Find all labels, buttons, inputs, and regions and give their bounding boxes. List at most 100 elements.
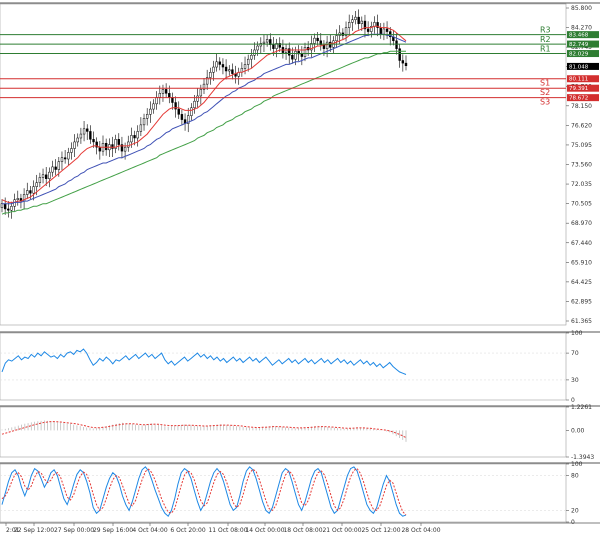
- time-tick-label: 22 Sep 12:00: [14, 527, 54, 534]
- candle-body: [196, 95, 199, 102]
- candle-body: [218, 61, 221, 65]
- candle-body: [161, 89, 165, 94]
- candle-body: [86, 128, 89, 132]
- candle-body: [164, 89, 168, 94]
- candle-body: [379, 27, 382, 35]
- time-tick-label: 28 Oct 04:00: [401, 527, 440, 534]
- candle-body: [7, 208, 10, 211]
- level-name-s1: S1: [540, 79, 550, 88]
- candle-body: [221, 64, 225, 68]
- stochastic-tick-label: 0: [571, 519, 575, 526]
- chart-canvas: 85.80084.27082.74581.22579.70078.15076.6…: [0, 0, 600, 536]
- candle-body: [76, 137, 79, 143]
- time-tick-label: 11 Oct 08:00: [208, 527, 247, 534]
- candle-body: [152, 103, 155, 110]
- candle-body: [168, 93, 171, 98]
- stochastic-tick-label: 100: [571, 461, 583, 468]
- candle-body: [303, 47, 307, 57]
- candle-body: [0, 203, 4, 208]
- candle-body: [35, 182, 38, 187]
- level-name-r3: R3: [540, 26, 551, 35]
- time-tick-label: 21 Oct 00:00: [322, 527, 361, 534]
- candle-body: [104, 143, 108, 151]
- price-tick-label: 84.270: [571, 25, 592, 32]
- candle-body: [212, 66, 215, 73]
- candle-body: [253, 49, 256, 56]
- candle-body: [347, 22, 351, 28]
- candle-body: [404, 62, 408, 66]
- price-tick-label: 70.505: [571, 201, 592, 208]
- price-tick-label: 65.910: [571, 259, 592, 266]
- candle-body: [149, 108, 152, 115]
- price-tick-label: 61.365: [571, 318, 592, 325]
- level-name-r1: R1: [540, 45, 551, 54]
- level-name-s3: S3: [540, 98, 550, 107]
- candle-body: [41, 174, 45, 178]
- candle-body: [145, 114, 149, 119]
- candle-body: [10, 206, 13, 211]
- stochastic-tick-label: 20: [571, 507, 579, 514]
- price-tick-label: 73.560: [571, 162, 592, 169]
- price-tick-label: 78.150: [571, 103, 592, 110]
- candle-body: [228, 69, 231, 72]
- price-tick-label: 72.035: [571, 181, 592, 188]
- candle-body: [92, 139, 95, 143]
- rsi-tick-label: 100: [571, 330, 583, 337]
- candle-body: [313, 37, 316, 44]
- candle-body: [70, 148, 73, 153]
- candle-body: [246, 58, 250, 65]
- candle-body: [316, 37, 319, 42]
- candle-body: [16, 198, 19, 200]
- candle-body: [29, 190, 32, 194]
- candle-body: [231, 69, 234, 74]
- price-tick-label: 67.440: [571, 240, 592, 247]
- macd-tick-label: 0.00: [571, 427, 585, 434]
- candle-body: [291, 54, 294, 60]
- time-tick-label: 29 Sep 16:00: [93, 527, 133, 534]
- price-tick-label: 62.895: [571, 298, 592, 305]
- time-tick-label: 18 Oct 08:00: [283, 527, 322, 534]
- candle-body: [89, 131, 92, 140]
- candle-body: [51, 166, 54, 173]
- time-tick-label: 27 Sep 00:00: [54, 527, 94, 534]
- candle-body: [82, 128, 86, 135]
- candle-body: [79, 133, 83, 139]
- candle-body: [398, 48, 401, 61]
- level-value-s2: 79.391: [569, 86, 588, 92]
- candle-body: [373, 22, 376, 27]
- candle-body: [284, 48, 288, 53]
- level-name-r2: R2: [540, 35, 551, 44]
- candle-body: [60, 157, 64, 162]
- candle-body: [123, 146, 127, 152]
- candle-body: [130, 135, 133, 143]
- candle-body: [335, 35, 338, 42]
- candle-body: [262, 41, 266, 44]
- candle-body: [215, 61, 218, 68]
- candle-body: [354, 16, 357, 21]
- rsi-tick-label: 0: [571, 397, 575, 404]
- price-tick-label: 64.425: [571, 279, 592, 286]
- candle-body: [395, 40, 398, 49]
- candle-body: [294, 51, 297, 60]
- level-name-s2: S2: [540, 88, 550, 97]
- candle-body: [48, 171, 51, 179]
- candle-body: [44, 174, 48, 179]
- candle-body: [366, 28, 370, 32]
- chart-background: [0, 0, 600, 536]
- candle-body: [357, 16, 360, 24]
- candle-body: [133, 135, 136, 139]
- price-tick-label: 85.800: [571, 5, 592, 12]
- candle-body: [38, 177, 42, 183]
- level-value-r2: 82.749: [569, 42, 589, 48]
- candle-body: [57, 161, 61, 170]
- candle-body: [63, 157, 67, 160]
- candle-body: [111, 144, 114, 149]
- time-tick-label: 6 Oct 20:00: [170, 527, 205, 534]
- candle-body: [193, 100, 196, 109]
- candle-body: [224, 66, 228, 72]
- candle-body: [209, 72, 212, 78]
- candle-body: [54, 166, 57, 170]
- candle-body: [139, 124, 143, 132]
- candle-body: [199, 89, 203, 97]
- level-value-s3: 78.672: [569, 96, 588, 102]
